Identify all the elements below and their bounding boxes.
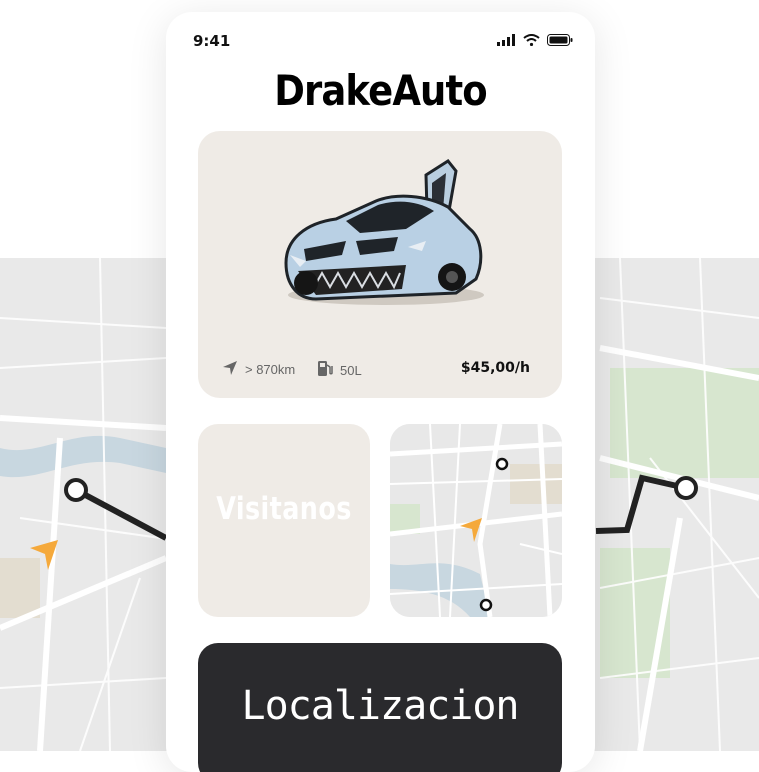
location-button[interactable]: Localizacion (198, 643, 562, 772)
app-title: DrakeAuto (274, 66, 487, 115)
status-bar: 9:41 (166, 12, 595, 68)
fuel-pump-icon (317, 360, 333, 380)
mini-map (390, 424, 562, 617)
fuel-value: 50L (340, 362, 362, 378)
distance-value: > 870km (245, 362, 296, 377)
phone-frame: 9:41 DrakeAuto > 870km 50L $45,00/h Visi… (166, 12, 595, 772)
route-line-left (74, 487, 168, 541)
fuel-spec: 50L (317, 360, 362, 380)
price-label: $45,00/h (460, 360, 530, 376)
signal-icon (497, 33, 516, 51)
route-start-marker (495, 457, 509, 471)
map-card[interactable] (390, 424, 562, 617)
location-label: Localizacion (241, 683, 520, 729)
distance-spec: > 870km (222, 360, 295, 379)
navigation-arrow-icon (222, 360, 238, 379)
wifi-icon (523, 33, 540, 51)
visit-card[interactable]: Visitanos (198, 424, 370, 617)
route-end-marker (479, 598, 493, 612)
route-line-right (595, 474, 687, 534)
car-image (284, 159, 484, 305)
status-icons (497, 33, 573, 51)
car-card[interactable]: > 870km 50L $45,00/h (198, 131, 562, 398)
status-time: 9:41 (193, 32, 231, 50)
visit-label: Visitanos (216, 491, 352, 527)
battery-icon (547, 33, 573, 51)
